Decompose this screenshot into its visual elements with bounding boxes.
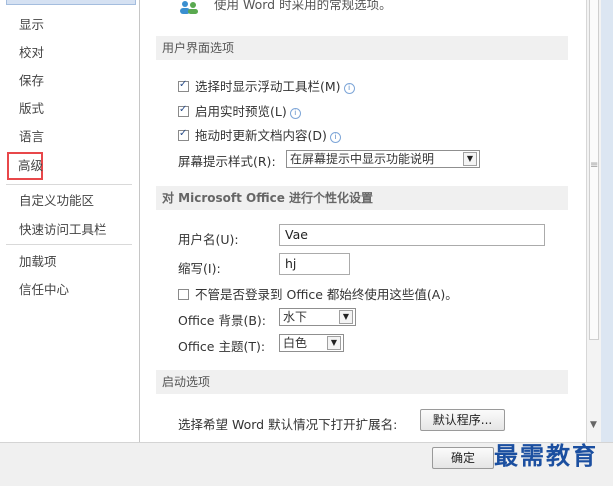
- always-use-values-label: 不管是否登录到 Office 都始终使用这些值(A)。: [195, 287, 458, 302]
- live-preview-option[interactable]: 启用实时预览(L)i: [178, 101, 301, 120]
- chevron-down-icon[interactable]: ▼: [339, 310, 353, 324]
- default-extensions-label: 选择希望 Word 默认情况下打开扩展名:: [178, 417, 398, 432]
- sidebar-item-language[interactable]: 语言: [19, 126, 44, 145]
- office-background-select[interactable]: 水下 ▼: [279, 308, 356, 326]
- sidebar-item-general-highlight[interactable]: [6, 0, 136, 5]
- people-icon: [180, 1, 198, 14]
- options-sidebar: 显示 校对 保存 版式 语言 高级 自定义功能区 快速访问工具栏 加载项 信任中…: [0, 0, 140, 442]
- screentip-style-value: 在屏幕提示中显示功能说明: [290, 152, 435, 166]
- ui-options-header: 用户界面选项: [156, 36, 568, 60]
- drag-update-option[interactable]: 拖动时更新文档内容(D)i: [178, 125, 341, 144]
- info-icon: i: [329, 132, 341, 143]
- sidebar-divider: [6, 184, 132, 185]
- drag-update-label: 拖动时更新文档内容(D): [195, 128, 327, 143]
- sidebar-item-trust-center[interactable]: 信任中心: [19, 279, 69, 298]
- chevron-down-icon[interactable]: ▼: [327, 336, 341, 350]
- sidebar-item-save[interactable]: 保存: [19, 70, 44, 89]
- mini-toolbar-checkbox[interactable]: [178, 79, 189, 92]
- sidebar-item-advanced[interactable]: 高级: [7, 152, 43, 180]
- sidebar-item-proofing[interactable]: 校对: [19, 42, 44, 61]
- grip-icon: ≡: [590, 160, 599, 171]
- chevron-down-icon[interactable]: ▼: [463, 152, 477, 166]
- sidebar-divider: [6, 244, 132, 245]
- screentip-style-select[interactable]: 在屏幕提示中显示功能说明 ▼: [286, 150, 480, 168]
- initials-input[interactable]: hj: [279, 253, 350, 275]
- info-icon: i: [343, 83, 355, 94]
- office-theme-value: 白色: [283, 336, 308, 350]
- office-theme-label: Office 主题(T):: [178, 339, 266, 354]
- window-border: [601, 0, 613, 442]
- always-use-values-checkbox[interactable]: [178, 289, 189, 300]
- drag-update-checkbox[interactable]: [178, 128, 189, 141]
- sidebar-item-customize-ribbon[interactable]: 自定义功能区: [19, 190, 94, 209]
- scroll-down-arrow-icon[interactable]: ▼: [590, 420, 597, 430]
- startup-options-header: 启动选项: [156, 370, 568, 394]
- live-preview-label: 启用实时预览(L): [195, 104, 287, 119]
- options-main-panel: 使用 Word 时采用的常规选项。 用户界面选项 选择时显示浮动工具栏(M)i …: [148, 0, 585, 442]
- sidebar-item-layout[interactable]: 版式: [19, 98, 44, 117]
- always-use-values-option[interactable]: 不管是否登录到 Office 都始终使用这些值(A)。: [178, 284, 458, 303]
- office-background-value: 水下: [283, 310, 308, 324]
- info-icon: i: [289, 108, 301, 119]
- office-theme-select[interactable]: 白色 ▼: [279, 334, 344, 352]
- sidebar-item-quick-access-toolbar[interactable]: 快速访问工具栏: [19, 219, 107, 238]
- watermark-text: 最需教育: [494, 441, 598, 470]
- sidebar-item-display[interactable]: 显示: [19, 14, 44, 33]
- general-options-intro: 使用 Word 时采用的常规选项。: [214, 0, 392, 12]
- username-label: 用户名(U):: [178, 232, 239, 247]
- screentip-style-label: 屏幕提示样式(R):: [178, 154, 276, 169]
- office-background-label: Office 背景(B):: [178, 313, 267, 328]
- sidebar-item-add-ins[interactable]: 加载项: [19, 251, 57, 270]
- mini-toolbar-label: 选择时显示浮动工具栏(M): [195, 79, 341, 94]
- personalize-header: 对 Microsoft Office 进行个性化设置: [156, 186, 568, 210]
- default-programs-button[interactable]: 默认程序...: [420, 409, 505, 431]
- ok-button[interactable]: 确定: [432, 447, 494, 469]
- mini-toolbar-option[interactable]: 选择时显示浮动工具栏(M)i: [178, 76, 355, 95]
- username-input[interactable]: Vae: [279, 224, 545, 246]
- initials-label: 缩写(I):: [178, 261, 221, 276]
- vertical-scrollbar[interactable]: ≡ ▼: [586, 0, 601, 442]
- live-preview-checkbox[interactable]: [178, 104, 189, 117]
